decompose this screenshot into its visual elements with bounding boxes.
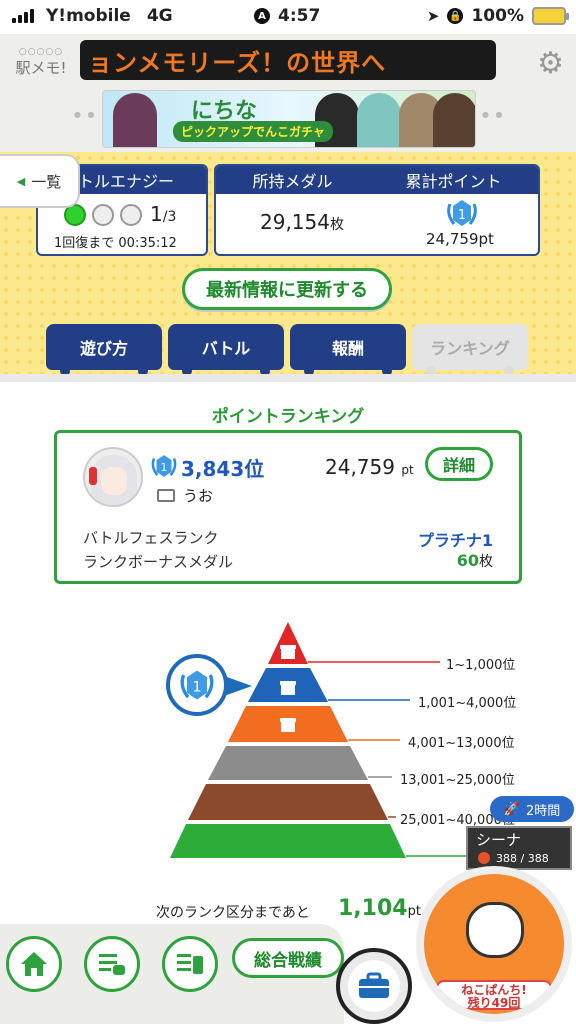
rank-position: 3,843位 [181, 457, 265, 481]
briefcase-icon [359, 972, 389, 998]
gear-icon[interactable]: ⚙ [537, 46, 564, 81]
news-ticker[interactable]: ョンメモリーズ！の世界へ [80, 40, 496, 80]
medal-title: 所持メダル [252, 172, 333, 191]
energy-recover-timer: 1回復まで 00:35:12 [54, 236, 177, 251]
battery-icon [532, 7, 569, 25]
bonus-medal-label: ランクボーナスメダル [83, 553, 234, 571]
rank-laurel-icon: 1 [151, 455, 177, 477]
banner-subtitle: ピックアップでんこガチャ [173, 121, 333, 142]
energy-pip [92, 204, 114, 226]
decor-dots: ● ● [74, 110, 97, 119]
tab-label: 遊び方 [79, 339, 128, 358]
user-points: 24,759 pt [325, 455, 414, 479]
rank-laurel-icon: 1 [447, 200, 477, 226]
home-icon [21, 952, 47, 976]
neko-punch-caption: ねこぱんち! 残り49回 [436, 980, 552, 1010]
caret-left-icon: ◀ [16, 174, 26, 188]
decor-dots: ● ● [482, 110, 505, 119]
bag-button[interactable] [336, 948, 412, 1024]
status-bar: Y!mobile 4G A 4:57 ➤ 🔒 100% [0, 0, 576, 34]
energy-pip [120, 204, 142, 226]
neko-punch-button[interactable]: ねこぱんち! 残り49回 [416, 866, 572, 1022]
detail-button[interactable]: 詳細 [425, 447, 493, 481]
pyramid-tier [170, 824, 406, 858]
location-a-icon: A [254, 8, 270, 24]
rocket-icon: 🚀 [503, 801, 520, 817]
gift-icon [280, 718, 296, 732]
list-button[interactable]: ◀ 一覧 [0, 154, 80, 208]
battlefes-rank-value: プラチナ1 [417, 531, 493, 550]
logo-text: 駅メモ! [15, 59, 67, 77]
tab-battle[interactable]: バトル [168, 324, 284, 376]
tab-ranking[interactable]: ランキング [412, 324, 528, 376]
list-button-label: 一覧 [31, 172, 62, 191]
username: うお [183, 487, 214, 505]
avatar[interactable] [83, 447, 143, 507]
refresh-button[interactable]: 最新情報に更新する [182, 268, 392, 310]
points-title: 累計ポイント [405, 172, 502, 191]
energy-count: 1/3 [150, 202, 177, 226]
ticker-text: ョンメモリーズ！の世界へ [88, 48, 387, 77]
points-value: 24,759pt [426, 230, 494, 248]
battery-percent: 100% [471, 6, 524, 26]
character-name: シーナ [476, 831, 522, 849]
location-arrow-icon: ➤ [426, 7, 440, 25]
train-list-button[interactable] [84, 936, 140, 992]
station-list-button[interactable] [162, 936, 218, 992]
overall-stats-button[interactable]: 総合戦績 [232, 938, 344, 978]
rotation-lock-icon: 🔒 [447, 8, 464, 24]
hp-icon [478, 852, 490, 864]
current-tier-marker: 1 [166, 654, 228, 716]
id-card-icon [157, 489, 175, 502]
pyramid-tier [188, 784, 388, 820]
tier-range-label: 4,001~13,000位 [408, 736, 515, 751]
svg-text:1: 1 [458, 208, 466, 223]
home-button[interactable] [6, 936, 62, 992]
carrier-label: Y!mobile [46, 6, 131, 26]
svg-text:1: 1 [192, 680, 201, 696]
medal-points-card: 所持メダル 累計ポイント 29,154枚 1 24,759pt [214, 164, 540, 256]
tier-range-label: 13,001~25,000位 [400, 773, 515, 788]
train-list-icon [99, 954, 125, 975]
tab-label: 報酬 [331, 339, 364, 358]
character-status[interactable]: シーナ 388 / 388 [466, 826, 572, 870]
tier-range-label: 1,001~4,000位 [418, 696, 517, 711]
svg-text:1: 1 [161, 461, 168, 474]
next-rank-label: 次のランク区分まであと [156, 905, 310, 921]
character-timer: 🚀 2時間 [490, 796, 574, 822]
gift-icon [280, 645, 296, 659]
battlefes-rank-label: バトルフェスランク [83, 529, 219, 547]
section-divider [0, 374, 576, 382]
network-label: 4G [146, 6, 173, 26]
gift-icon [280, 681, 296, 695]
tab-label: バトル [201, 339, 251, 358]
app-logo: ○○○○○ 駅メモ! [10, 44, 72, 104]
tier-range-label: 1~1,000位 [446, 658, 516, 673]
clock: 4:57 [278, 6, 321, 26]
neko-face-icon [466, 902, 524, 958]
rank-laurel-icon: 1 [180, 670, 214, 700]
ranking-title: ポイントランキング [211, 407, 365, 427]
station-list-icon [177, 954, 203, 974]
gacha-banner[interactable]: にちな ピックアップでんこガチャ [102, 90, 476, 148]
next-rank-value: 1,104pt [338, 896, 421, 921]
pyramid-tier [208, 746, 368, 780]
medal-value: 29,154枚 [260, 210, 344, 234]
tab-rewards[interactable]: 報酬 [290, 324, 406, 376]
signal-icon [12, 9, 34, 23]
character-hp: 388 / 388 [496, 852, 549, 865]
app-header: ○○○○○ 駅メモ! ョンメモリーズ！の世界へ ⚙ ● ● ● ● にちな ピッ… [0, 34, 576, 152]
ranking-card: 1 3,843位 うお 24,759 pt 詳細 バトルフェスランク プラチナ1… [54, 430, 522, 584]
tab-how-to-play[interactable]: 遊び方 [46, 324, 162, 376]
tab-label: ランキング [430, 339, 510, 358]
bonus-medal-value: 60枚 [456, 551, 493, 570]
